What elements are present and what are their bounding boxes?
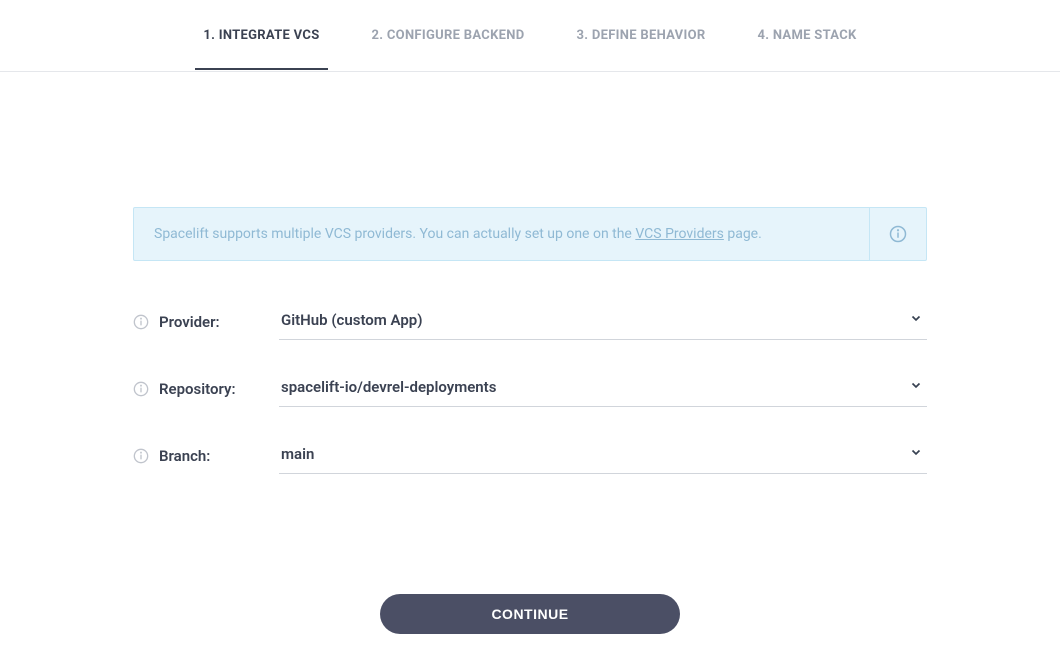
banner-text: Spacelift supports multiple VCS provider…	[134, 208, 870, 260]
banner-text-after: page.	[724, 226, 762, 242]
wizard-tabs: 1. INTEGRATE VCS 2. CONFIGURE BACKEND 3.…	[0, 0, 1060, 72]
content-area: Spacelift supports multiple VCS provider…	[133, 72, 927, 634]
branch-select[interactable]: main	[279, 437, 927, 474]
vcs-providers-link[interactable]: VCS Providers	[635, 226, 724, 242]
repository-select[interactable]: spacelift-io/devrel-deployments	[279, 370, 927, 407]
button-container: CONTINUE	[133, 594, 927, 634]
branch-label: Branch:	[159, 447, 269, 465]
provider-select[interactable]: GitHub (custom App)	[279, 303, 927, 340]
info-icon[interactable]	[133, 314, 149, 330]
tab-configure-backend[interactable]: 2. CONFIGURE BACKEND	[364, 2, 533, 69]
chevron-down-icon	[909, 311, 923, 325]
info-banner: Spacelift supports multiple VCS provider…	[133, 207, 927, 261]
branch-value: main	[279, 445, 927, 463]
tab-define-behavior[interactable]: 3. DEFINE BEHAVIOR	[568, 2, 713, 69]
tab-name-stack[interactable]: 4. NAME STACK	[749, 2, 864, 69]
repository-label: Repository:	[159, 380, 269, 398]
repository-row: Repository: spacelift-io/devrel-deployme…	[133, 370, 927, 407]
provider-row: Provider: GitHub (custom App)	[133, 303, 927, 340]
info-icon[interactable]	[133, 448, 149, 464]
form-rows: Provider: GitHub (custom App) Repository…	[133, 303, 927, 474]
repository-value: spacelift-io/devrel-deployments	[279, 378, 927, 396]
chevron-down-icon	[909, 445, 923, 459]
tab-integrate-vcs[interactable]: 1. INTEGRATE VCS	[195, 2, 327, 69]
chevron-down-icon	[909, 378, 923, 392]
continue-button[interactable]: CONTINUE	[380, 594, 680, 634]
banner-text-before: Spacelift supports multiple VCS provider…	[154, 226, 635, 242]
branch-row: Branch: main	[133, 437, 927, 474]
banner-info-icon	[870, 208, 926, 260]
provider-label: Provider:	[159, 313, 269, 331]
info-icon[interactable]	[133, 381, 149, 397]
provider-value: GitHub (custom App)	[279, 311, 927, 329]
